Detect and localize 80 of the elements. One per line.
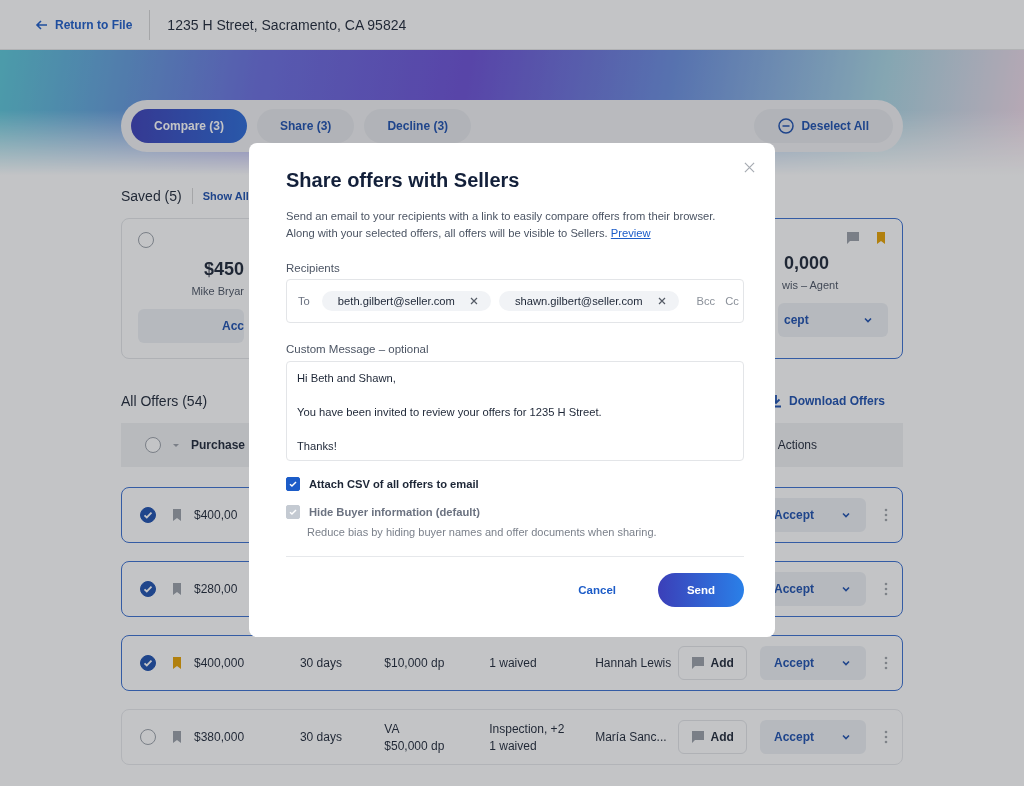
column-header: Purchase <box>191 438 246 452</box>
add-note-button[interactable]: Add <box>677 720 747 754</box>
accept-dropdown-button[interactable]: Accept <box>759 646 866 680</box>
column-header: Actions <box>777 438 817 452</box>
row-checkbox[interactable] <box>140 507 156 523</box>
offer-row[interactable]: $400,000 30 days $10,000 dp 1 waived Hannah Lewis Add Accept <box>121 635 903 691</box>
arrow-left-icon <box>35 17 49 32</box>
table-cell: 1 waived <box>489 656 537 670</box>
recipients-field[interactable]: To beth.gilbert@seller.com shawn.gilbert@seller.com Bcc Cc <box>286 279 744 323</box>
recipient-chip[interactable]: shawn.gilbert@seller.com <box>498 291 679 311</box>
table-cell: $10,000 dp <box>384 656 445 670</box>
action-tab[interactable]: Decline (3) <box>364 109 472 143</box>
row-checkbox[interactable] <box>140 655 156 671</box>
checkbox[interactable] <box>286 477 300 491</box>
checkmark-icon <box>287 478 299 490</box>
table-cell: $400,00 <box>194 508 238 522</box>
cut-off-button[interactable]: Acc <box>138 309 244 343</box>
checkbox-label: Hide Buyer information (default) <box>309 506 480 518</box>
message-label: Custom Message – optional <box>286 343 429 355</box>
bookmark-icon[interactable] <box>170 508 184 522</box>
checkbox-label: Attach CSV of all offers to email <box>309 478 479 490</box>
more-options-icon[interactable] <box>884 582 888 596</box>
table-cell: 30 days <box>299 730 342 744</box>
row-checkbox[interactable] <box>140 581 156 597</box>
table-cell: $380,000 <box>194 730 245 744</box>
return-link[interactable]: Return to File <box>35 17 133 32</box>
bookmark-icon[interactable] <box>170 730 184 744</box>
recipients-label: Recipients <box>286 262 340 274</box>
to-label: To <box>298 295 310 307</box>
remove-icon[interactable] <box>468 296 479 306</box>
message-field[interactable]: Hi Beth and Shawn, You have been invited to review your offers for 1235 H Street. Thanks! <box>286 361 744 461</box>
accept-dropdown-button[interactable]: Accept <box>759 720 866 754</box>
table-cell: 30 days <box>299 656 342 670</box>
add-note-button[interactable]: Add <box>677 646 747 680</box>
more-options-icon[interactable] <box>884 508 888 522</box>
preview-link[interactable]: Preview <box>610 227 651 239</box>
show-all-link[interactable]: Show All <box>202 190 249 202</box>
select-all-checkbox[interactable] <box>145 437 161 453</box>
send-button[interactable]: Send <box>658 573 744 607</box>
more-options-icon[interactable] <box>884 730 888 744</box>
action-tab[interactable]: Share (3) <box>257 109 355 143</box>
row-checkbox[interactable] <box>140 729 156 745</box>
agent-name: Mike Bryar <box>191 285 244 297</box>
more-options-icon[interactable] <box>884 656 888 670</box>
table-cell: $400,000 <box>194 656 245 670</box>
table-cell: Inspection, +2 <box>489 721 565 736</box>
agent-name: wis – Agent <box>782 279 840 291</box>
offer-row[interactable]: $380,000 30 days VA $50,000 dp Inspection, +2 1 waived María Sanc... Add Accept <box>121 709 903 765</box>
bookmark-icon[interactable] <box>170 582 184 596</box>
offer-price: 0,000 <box>784 253 831 274</box>
table-cell: VA <box>384 721 400 736</box>
table-cell: Hannah Lewis <box>595 656 672 670</box>
recipient-chip[interactable]: beth.gilbert@seller.com <box>321 291 491 311</box>
saved-heading: Saved (5) <box>121 188 182 204</box>
checkmark-icon <box>287 506 299 518</box>
table-cell: $50,000 dp <box>384 738 445 753</box>
table-cell: 1 waived <box>489 738 537 753</box>
all-offers-heading: All Offers (54) <box>121 393 208 409</box>
table-cell: María Sanc... <box>595 730 667 744</box>
deselect-all-button[interactable]: Deselect All <box>754 109 893 143</box>
dialog-description: Send an email to your recipients with a link to easily compare offers from their browser. Along with your selected offers, all offers will be visible to Sellers. Preview <box>286 209 717 241</box>
cancel-button[interactable]: Cancel <box>564 576 630 604</box>
action-tab[interactable]: Compare (3) <box>131 109 247 143</box>
property-address: 1235 H Street, Sacramento, CA 95824 <box>167 16 407 33</box>
minus-circle-icon <box>778 118 795 134</box>
comment-icon <box>690 730 705 744</box>
remove-icon[interactable] <box>656 296 667 306</box>
help-text: Reduce bias by hiding buyer names and offer documents when sharing. <box>307 526 658 538</box>
accept-dropdown-button[interactable]: cept <box>778 303 888 337</box>
comment-icon <box>846 231 860 245</box>
bookmark-icon[interactable] <box>874 231 888 245</box>
bcc-link[interactable]: Bcc <box>696 295 716 307</box>
close-icon[interactable] <box>744 162 755 173</box>
table-cell: $280,00 <box>194 582 238 596</box>
dialog-title: Share offers with Sellers <box>286 169 520 192</box>
cc-link[interactable]: Cc <box>725 295 739 307</box>
offer-price: $450 <box>203 259 244 280</box>
bookmark-icon[interactable] <box>170 656 184 670</box>
radio-button[interactable] <box>138 232 154 248</box>
comment-icon <box>690 656 705 670</box>
